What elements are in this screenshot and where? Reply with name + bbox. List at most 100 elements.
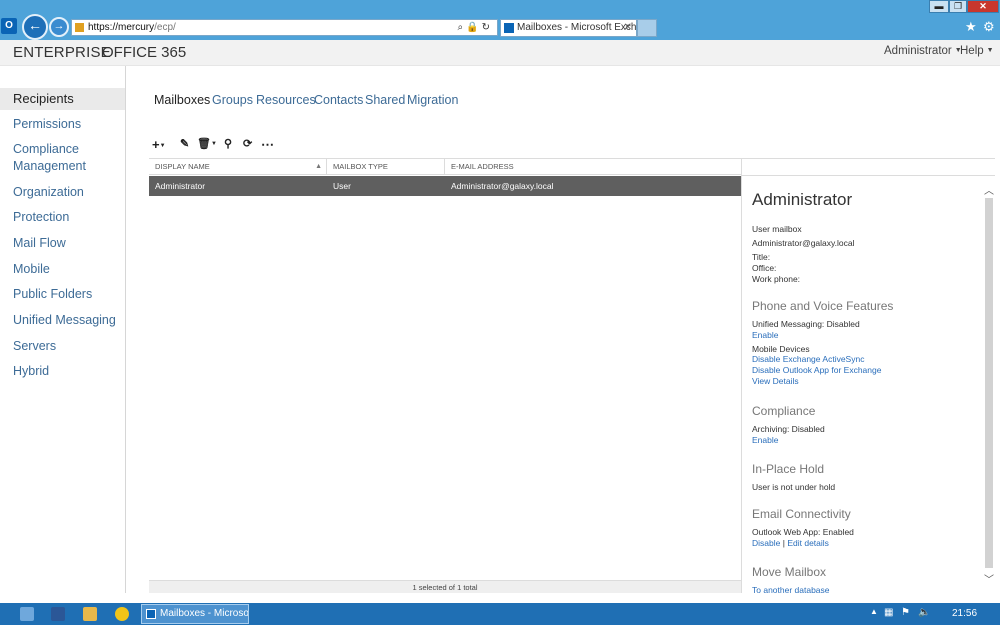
address-bar[interactable]: https://mercury/ecp/ ⌕🔒↻ <box>71 19 498 36</box>
details-scrollbar[interactable]: ︿ ﹀ <box>983 182 995 586</box>
refresh-icon[interactable]: ⟳ <box>243 137 252 150</box>
refresh-icon[interactable]: ↻ <box>482 22 493 33</box>
disable-activesync-link[interactable]: Disable Exchange ActiveSync <box>752 354 864 364</box>
scroll-up-icon[interactable]: ︿ <box>983 182 995 197</box>
tab-groups[interactable]: Groups <box>212 93 253 107</box>
nav-item-servers[interactable]: Servers <box>0 338 125 355</box>
hold-status: User is not under hold <box>752 482 836 492</box>
brand-enterprise-link[interactable]: ENTERPRISE <box>13 44 111 61</box>
forward-icon[interactable]: → <box>49 17 69 37</box>
clock[interactable]: 21:56 <box>952 608 977 619</box>
owa-disable-link[interactable]: Disable <box>752 538 780 548</box>
minimize-button[interactable]: ▬ <box>929 0 949 13</box>
sort-ascending-icon: ▲ <box>315 163 322 170</box>
um-status: Unified Messaging: Disabled <box>752 319 860 329</box>
tab-migration[interactable]: Migration <box>407 93 458 107</box>
file-explorer-icon[interactable] <box>83 607 97 621</box>
maximize-button[interactable]: ❐ <box>949 0 967 13</box>
add-icon[interactable]: +▼ <box>152 137 166 152</box>
powershell-icon[interactable] <box>51 607 65 621</box>
cell-mailbox-type: User <box>333 181 351 191</box>
section-phone-voice: Phone and Voice Features <box>752 299 894 313</box>
scroll-thumb[interactable] <box>985 198 993 568</box>
left-navigation: Recipients Permissions Compliance Manage… <box>0 66 126 593</box>
separator: | <box>782 538 785 548</box>
tab-resources[interactable]: Resources <box>256 93 316 107</box>
office-label: Office: <box>752 263 777 273</box>
nav-item-unified-messaging[interactable]: Unified Messaging <box>0 312 125 329</box>
nav-item-compliance-management[interactable]: Compliance Management <box>0 141 100 175</box>
browser-chrome: ▬ ❐ ✕ O ← → https://mercury/ecp/ ⌕🔒↻ Mai… <box>0 0 1000 40</box>
show-hidden-icons-icon[interactable]: ▲ <box>870 607 878 616</box>
taskbar: Mailboxes - Microsof... ▲ ▦ ⚑ 🔈 21:56 <box>0 603 1000 625</box>
help-menu[interactable]: Help ▼ <box>960 45 994 57</box>
owa-status: Outlook Web App: Enabled <box>752 527 854 537</box>
column-header-email-address[interactable]: E-MAIL ADDRESS <box>445 159 741 174</box>
close-tab-icon[interactable]: ✕ <box>624 20 632 36</box>
column-label: DISPLAY NAME <box>155 162 210 171</box>
details-title: Administrator <box>752 190 853 209</box>
user-menu-label: Administrator <box>884 45 952 57</box>
taskbar-window-button[interactable]: Mailboxes - Microsof... <box>141 604 249 624</box>
network-icon[interactable]: ▦ <box>884 607 893 618</box>
tab-mailboxes[interactable]: Mailboxes <box>154 93 210 107</box>
nav-item-mail-flow[interactable]: Mail Flow <box>0 235 125 252</box>
section-compliance: Compliance <box>752 404 816 418</box>
table-row[interactable]: Administrator User Administrator@galaxy.… <box>149 176 741 196</box>
um-enable-link[interactable]: Enable <box>752 330 778 340</box>
search-icon[interactable]: ⚲ <box>224 137 232 150</box>
scroll-down-icon[interactable]: ﹀ <box>983 571 995 586</box>
work-phone-label: Work phone: <box>752 274 801 284</box>
search-icon[interactable]: ⌕ <box>458 22 467 33</box>
volume-icon[interactable]: 🔈 <box>918 607 930 618</box>
nav-item-permissions[interactable]: Permissions <box>0 116 125 133</box>
view-details-link[interactable]: View Details <box>752 376 799 386</box>
tab-contacts[interactable]: Contacts <box>314 93 363 107</box>
move-to-database-link[interactable]: To another database <box>752 585 830 593</box>
disable-outlook-app-link[interactable]: Disable Outlook App for Exchange <box>752 365 881 375</box>
page-favicon-icon <box>75 23 84 32</box>
nav-item-mobile[interactable]: Mobile <box>0 261 125 278</box>
selection-count: 1 selected of 1 total <box>149 580 741 593</box>
close-window-button[interactable]: ✕ <box>967 0 999 13</box>
lock-icon[interactable]: 🔒 <box>466 22 481 33</box>
brand-office365-link[interactable]: OFFICE 365 <box>102 44 186 61</box>
delete-icon[interactable]: 🗑▼ <box>197 137 217 150</box>
user-menu[interactable]: Administrator ▼ <box>884 45 962 57</box>
mobile-devices-label: Mobile Devices <box>752 344 810 354</box>
url-host: https://mercury <box>88 22 155 33</box>
section-email-connectivity: Email Connectivity <box>752 507 851 521</box>
archiving-enable-link[interactable]: Enable <box>752 435 778 445</box>
nav-item-recipients[interactable]: Recipients <box>0 88 125 110</box>
new-tab-button[interactable] <box>637 19 657 37</box>
cell-email-address: Administrator@galaxy.local <box>451 181 554 191</box>
section-move-mailbox: Move Mailbox <box>752 565 827 579</box>
internet-explorer-icon[interactable] <box>115 607 129 621</box>
column-header-mailbox-type[interactable]: MAILBOX TYPE <box>327 159 445 174</box>
owa-edit-details-link[interactable]: Edit details <box>787 538 829 548</box>
owa-actions: Disable | Edit details <box>752 538 829 548</box>
details-email: Administrator@galaxy.local <box>752 238 855 248</box>
nav-item-hybrid[interactable]: Hybrid <box>0 363 125 380</box>
nav-item-organization[interactable]: Organization <box>0 184 125 201</box>
action-center-icon[interactable]: ⚑ <box>901 607 910 618</box>
taskbar-window-label: Mailboxes - Microsof... <box>160 608 249 619</box>
details-pane: Administrator User mailbox Administrator… <box>742 176 982 593</box>
exchange-tab-icon <box>504 23 514 33</box>
server-manager-icon[interactable] <box>20 607 34 621</box>
nav-item-public-folders[interactable]: Public Folders <box>0 286 125 303</box>
tab-shared[interactable]: Shared <box>365 93 405 107</box>
help-menu-label: Help <box>960 45 984 57</box>
nav-item-protection[interactable]: Protection <box>0 209 125 226</box>
column-header-display-name[interactable]: DISPLAY NAME ▲ <box>149 159 327 174</box>
more-options-icon[interactable]: ⋯ <box>261 137 274 153</box>
star-icon[interactable]: ★ <box>965 19 977 35</box>
back-icon[interactable]: ← <box>22 14 48 40</box>
edit-icon[interactable]: ✎ <box>180 137 189 150</box>
gear-icon[interactable]: ⚙ <box>983 19 995 35</box>
tab-title: Mailboxes - Microsoft Exch... <box>517 22 637 33</box>
address-bar-icons[interactable]: ⌕🔒↻ <box>458 20 493 35</box>
browser-tab[interactable]: Mailboxes - Microsoft Exch... ✕ <box>500 19 637 37</box>
chevron-down-icon: ▼ <box>986 47 994 54</box>
divider <box>741 158 995 159</box>
